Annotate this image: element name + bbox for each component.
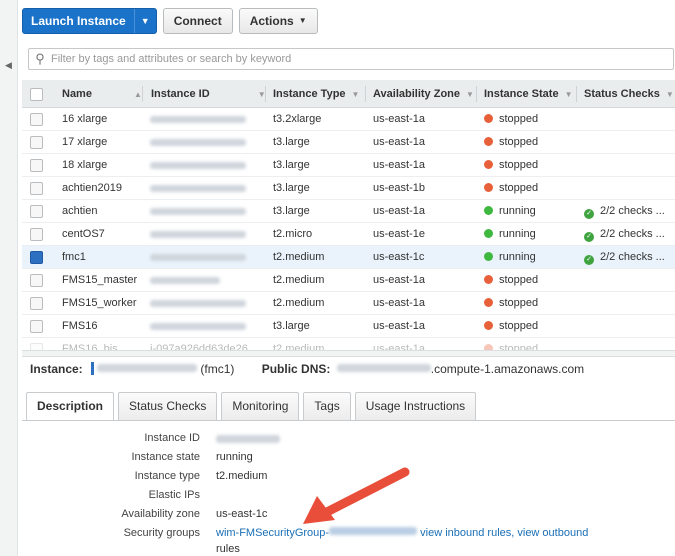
tab-description[interactable]: Description xyxy=(26,392,115,421)
column-header-instance-id[interactable]: Instance ID ▼ xyxy=(151,80,266,108)
row-checkbox[interactable] xyxy=(30,159,43,172)
stopped-status-icon xyxy=(484,137,493,146)
stopped-status-icon xyxy=(484,160,493,169)
table-row[interactable]: 17 xlarge t3.large us-east-1a stopped xyxy=(22,131,675,154)
table-row-selected[interactable]: fmc1 t2.medium us-east-1c running ✓ 2/2 c… xyxy=(22,246,675,269)
redacted-dns xyxy=(336,364,431,372)
launch-instance-button[interactable]: Launch Instance ▼ xyxy=(22,8,157,34)
redacted-instance-id xyxy=(150,139,246,146)
table-row[interactable]: achtien t3.large us-east-1a running ✓ 2/2… xyxy=(22,200,675,223)
chevron-down-icon[interactable]: ▼ xyxy=(133,9,156,33)
table-row[interactable]: centOS7 t2.micro us-east-1e running ✓ 2/2… xyxy=(22,223,675,246)
redacted-instance-id xyxy=(150,162,246,169)
stopped-status-icon xyxy=(484,275,493,284)
column-header-status-checks[interactable]: Status Checks ▼ xyxy=(584,80,674,108)
row-checkbox[interactable] xyxy=(30,274,43,287)
left-rail[interactable]: ◀ xyxy=(0,0,18,556)
row-checkbox[interactable] xyxy=(30,205,43,218)
table-header: Name ▲ Instance ID ▼ Instance Type ▼ Availa… xyxy=(22,80,675,108)
instance-summary: Instance: (fmc1) Public DNS: .compute-1.… xyxy=(30,362,585,376)
running-status-icon xyxy=(484,206,493,215)
tab-usage-instructions[interactable]: Usage Instructions xyxy=(354,392,477,420)
table-row[interactable]: FMS16_bis i-097a926dd63de26 t2.medium us… xyxy=(22,338,675,350)
sort-down-icon[interactable]: ▼ xyxy=(565,90,573,99)
table-row[interactable]: 18 xlarge t3.large us-east-1a stopped xyxy=(22,154,675,177)
view-outbound-rules-link-wrap[interactable]: rules xyxy=(216,543,240,555)
row-checkbox[interactable] xyxy=(30,320,43,333)
redacted-instance-id xyxy=(150,323,246,330)
instance-marker xyxy=(91,362,95,375)
redacted-instance-id xyxy=(150,208,246,215)
redacted-instance-id xyxy=(150,300,246,307)
running-status-icon xyxy=(484,252,493,261)
connect-button[interactable]: Connect xyxy=(162,8,233,34)
check-passed-icon: ✓ xyxy=(584,209,594,219)
annotation-arrow-icon xyxy=(303,467,410,524)
row-checkbox[interactable] xyxy=(30,182,43,195)
column-header-instance-state[interactable]: Instance State ▼ xyxy=(484,80,573,108)
check-passed-icon: ✓ xyxy=(584,232,594,242)
table-row[interactable]: 16 xlarge t3.2xlarge us-east-1a stopped xyxy=(22,108,675,131)
stopped-status-icon xyxy=(484,183,493,192)
chevron-down-icon: ▼ xyxy=(298,16,307,25)
redacted-instance-id xyxy=(150,277,220,284)
row-checkbox[interactable] xyxy=(30,113,43,126)
toolbar: Launch Instance ▼ Connect Actions ▼ xyxy=(22,8,318,34)
view-outbound-rules-link[interactable]: view outbound xyxy=(517,527,588,539)
column-header-instance-type[interactable]: Instance Type ▼ xyxy=(273,80,359,108)
tab-tags[interactable]: Tags xyxy=(303,392,351,420)
view-inbound-rules-link[interactable]: view inbound rules, xyxy=(420,527,514,539)
row-checkbox[interactable] xyxy=(30,297,43,310)
stopped-status-icon xyxy=(484,321,493,330)
redacted-instance-id xyxy=(150,185,246,192)
running-status-icon xyxy=(484,229,493,238)
table-row[interactable]: FMS15_master t2.medium us-east-1a stoppe… xyxy=(22,269,675,292)
table-row[interactable]: FMS15_worker t2.medium us-east-1a stoppe… xyxy=(22,292,675,315)
stopped-status-icon xyxy=(484,298,493,307)
redacted-instance-id xyxy=(216,435,280,443)
row-checkbox[interactable] xyxy=(30,136,43,149)
stopped-status-icon xyxy=(484,114,493,123)
redacted-instance-id xyxy=(150,116,246,123)
check-passed-icon: ✓ xyxy=(584,255,594,265)
column-header-availability-zone[interactable]: Availability Zone ▼ xyxy=(373,80,474,108)
pane-splitter[interactable] xyxy=(22,350,675,357)
instances-table: Name ▲ Instance ID ▼ Instance Type ▼ Availa… xyxy=(22,80,675,350)
sort-down-icon[interactable]: ▼ xyxy=(666,90,674,99)
sort-down-icon[interactable]: ▼ xyxy=(352,90,360,99)
row-checkbox[interactable] xyxy=(30,228,43,241)
table-row[interactable]: FMS16 t3.large us-east-1a stopped xyxy=(22,315,675,338)
redacted-instance-id xyxy=(97,364,198,372)
filter-input[interactable]: ⚲ Filter by tags and attributes or searc… xyxy=(28,48,674,70)
sort-down-icon[interactable]: ▼ xyxy=(466,90,474,99)
search-icon: ⚲ xyxy=(35,51,45,66)
column-header-name[interactable]: Name ▲ xyxy=(62,80,142,108)
table-row[interactable]: achtien2019 t3.large us-east-1b stopped xyxy=(22,177,675,200)
tab-monitoring[interactable]: Monitoring xyxy=(221,392,300,420)
detail-tabs: Description Status Checks Monitoring Tag… xyxy=(26,392,477,421)
tab-status-checks[interactable]: Status Checks xyxy=(118,392,218,420)
filter-placeholder: Filter by tags and attributes or search … xyxy=(51,53,292,65)
redacted-instance-id xyxy=(150,254,246,261)
redacted-instance-id xyxy=(150,231,246,238)
row-checkbox[interactable] xyxy=(30,251,43,264)
actions-button[interactable]: Actions ▼ xyxy=(238,8,318,34)
select-all-checkbox[interactable] xyxy=(30,88,43,101)
collapse-arrow-icon[interactable]: ◀ xyxy=(5,60,12,71)
sort-up-icon[interactable]: ▲ xyxy=(134,90,142,99)
row-checkbox[interactable] xyxy=(30,343,43,350)
